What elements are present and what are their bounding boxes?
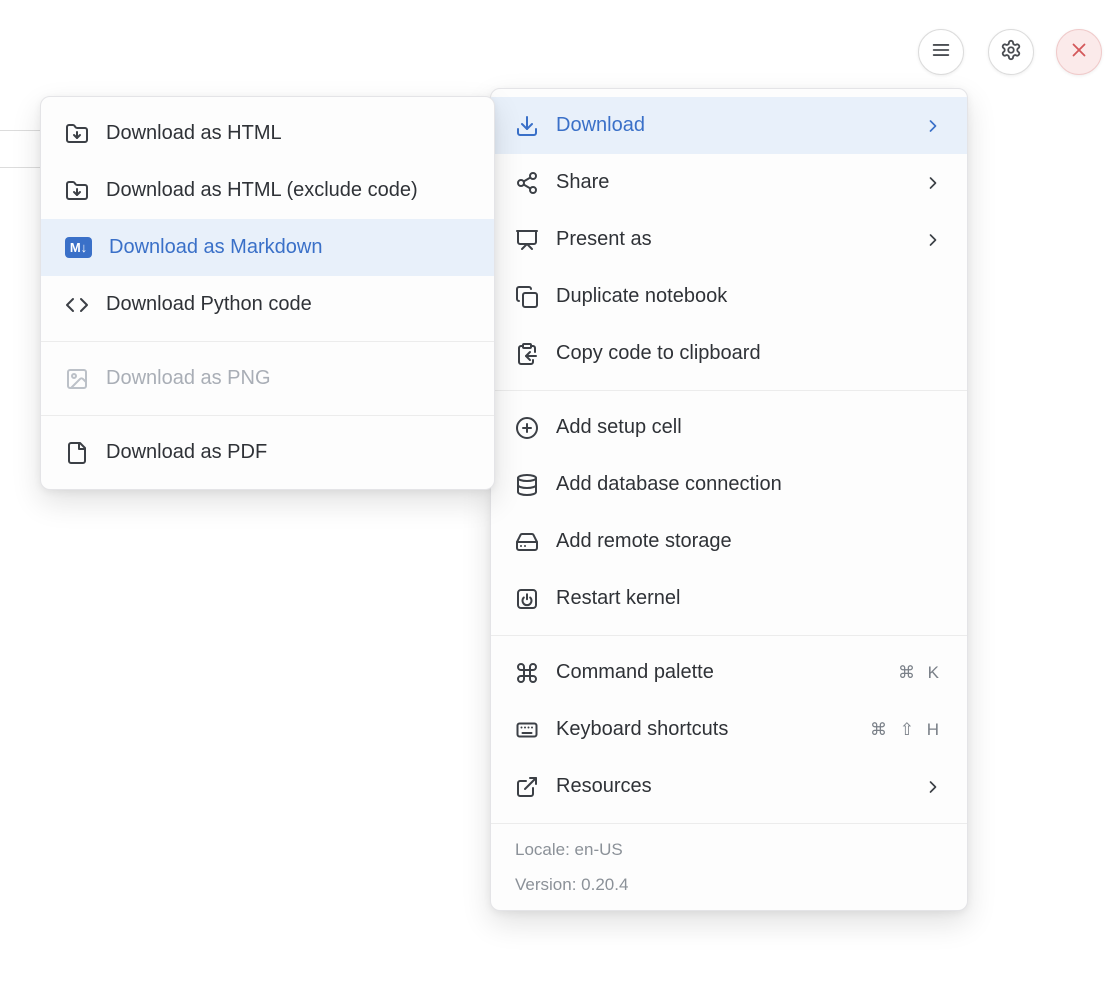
database-icon [515, 473, 539, 497]
file-icon [65, 441, 89, 465]
notebook-cell-edge [0, 130, 42, 131]
close-button[interactable] [1056, 29, 1102, 75]
app-background: Download Share Present as Duplicate note… [0, 0, 1118, 984]
menu-item-label: Duplicate notebook [556, 285, 943, 308]
menu-separator [491, 390, 967, 391]
gear-icon [1000, 39, 1022, 66]
menu-item-keyboard-shortcuts[interactable]: Keyboard shortcuts ⌘ ⇧ H [491, 701, 967, 758]
menu-item-add-setup-cell[interactable]: Add setup cell [491, 399, 967, 456]
hamburger-icon [930, 39, 952, 66]
image-icon [65, 367, 89, 391]
folder-down-icon [65, 179, 89, 203]
submenu-item-download-pdf[interactable]: Download as PDF [41, 424, 494, 481]
keyboard-icon [515, 718, 539, 742]
external-link-icon [515, 775, 539, 799]
menu-item-label: Download as PNG [106, 367, 470, 390]
submenu-item-download-markdown[interactable]: M↓ Download as Markdown [41, 219, 494, 276]
menu-separator [41, 415, 494, 416]
command-icon [515, 661, 539, 685]
menu-item-restart-kernel[interactable]: Restart kernel [491, 570, 967, 627]
folder-down-icon [65, 122, 89, 146]
download-icon [515, 114, 539, 138]
menu-item-label: Download Python code [106, 293, 470, 316]
menu-item-command-palette[interactable]: Command palette ⌘ K [491, 644, 967, 701]
menu-item-label: Share [556, 171, 906, 194]
menu-item-duplicate-notebook[interactable]: Duplicate notebook [491, 268, 967, 325]
shortcut-text: ⌘ K [898, 663, 943, 683]
markdown-badge-icon: M↓ [65, 237, 92, 258]
hard-drive-icon [515, 530, 539, 554]
chevron-right-icon [923, 230, 943, 250]
menu-item-label: Download as Markdown [109, 236, 470, 259]
power-icon [515, 587, 539, 611]
locale-text: Locale: en-US [491, 832, 967, 867]
menu-item-label: Add remote storage [556, 530, 943, 553]
close-icon [1068, 39, 1090, 66]
menu-item-label: Command palette [556, 661, 881, 684]
menu-item-label: Keyboard shortcuts [556, 718, 853, 741]
menu-item-download[interactable]: Download [491, 97, 967, 154]
chevron-right-icon [923, 777, 943, 797]
download-submenu: Download as HTML Download as HTML (exclu… [40, 96, 495, 490]
menu-item-share[interactable]: Share [491, 154, 967, 211]
menu-item-label: Download [556, 114, 906, 137]
submenu-item-download-html[interactable]: Download as HTML [41, 105, 494, 162]
menu-item-label: Download as PDF [106, 441, 470, 464]
version-text: Version: 0.20.4 [491, 867, 967, 902]
menu-separator [491, 823, 967, 824]
share-icon [515, 171, 539, 195]
menu-item-present-as[interactable]: Present as [491, 211, 967, 268]
menu-item-label: Resources [556, 775, 906, 798]
menu-item-label: Present as [556, 228, 906, 251]
submenu-item-download-html-exclude-code[interactable]: Download as HTML (exclude code) [41, 162, 494, 219]
circle-plus-icon [515, 416, 539, 440]
presentation-icon [515, 228, 539, 252]
menu-separator [41, 341, 494, 342]
chevron-right-icon [923, 116, 943, 136]
settings-button[interactable] [988, 29, 1034, 75]
menu-item-label: Restart kernel [556, 587, 943, 610]
menu-item-label: Copy code to clipboard [556, 342, 943, 365]
shortcut-text: ⌘ ⇧ H [870, 720, 943, 740]
code-icon [65, 293, 89, 317]
menu-item-resources[interactable]: Resources [491, 758, 967, 815]
notebook-actions-menu: Download Share Present as Duplicate note… [490, 88, 968, 911]
menu-item-copy-code[interactable]: Copy code to clipboard [491, 325, 967, 382]
menu-separator [491, 635, 967, 636]
copy-icon [515, 285, 539, 309]
menu-item-add-remote-storage[interactable]: Add remote storage [491, 513, 967, 570]
submenu-item-download-png: Download as PNG [41, 350, 494, 407]
chevron-right-icon [923, 173, 943, 193]
menu-button[interactable] [918, 29, 964, 75]
menu-item-add-database-connection[interactable]: Add database connection [491, 456, 967, 513]
submenu-item-download-python[interactable]: Download Python code [41, 276, 494, 333]
menu-item-label: Add database connection [556, 473, 943, 496]
menu-item-label: Download as HTML [106, 122, 470, 145]
menu-item-label: Download as HTML (exclude code) [106, 179, 470, 202]
menu-item-label: Add setup cell [556, 416, 943, 439]
clipboard-copy-icon [515, 342, 539, 366]
notebook-cell-edge [0, 167, 42, 168]
